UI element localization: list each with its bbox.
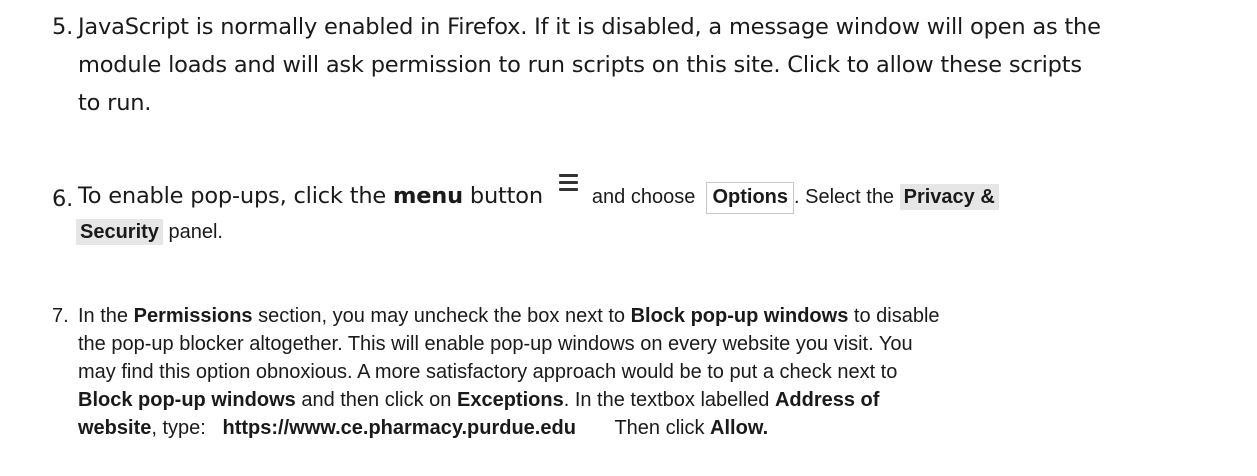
step-6-text-4: . Select the [794, 186, 895, 208]
step-7-text-4a: and then click on [301, 389, 452, 411]
step-7-number: 7. [52, 305, 69, 327]
step-7-line-1: In the Permissions section, you may unch… [78, 305, 940, 328]
step-6-number: 6. [52, 186, 74, 212]
purdue-url: https://www.ce.pharmacy.purdue.edu [222, 417, 576, 439]
step-7-line-5: website, type: https://www.ce.pharmacy.p… [78, 417, 768, 440]
step-6-text-1: To enable pop-ups, click the [78, 183, 387, 209]
address-label-1: Address of [774, 389, 880, 411]
step-7-text-5b: Then click [614, 417, 705, 439]
block-popups-label-2: Block pop-up windows [78, 389, 296, 411]
address-label-2: website [78, 417, 152, 439]
step-7-text-1c: to disable [853, 305, 940, 327]
step-7-text-1a: In the [78, 305, 129, 327]
step-7-line-3: may find this option obnoxious. A more s… [78, 361, 898, 383]
step-5-line-2: module loads and will ask permission to … [78, 52, 1082, 78]
permissions-label: Permissions [133, 305, 253, 327]
block-popups-label: Block pop-up windows [630, 305, 849, 327]
step-7-text-1b: section, you may uncheck the box next to [258, 305, 625, 327]
step-5-line-3: to run. [78, 90, 152, 116]
step-6-text-2: button [469, 183, 543, 209]
step-5-line-1: JavaScript is normally enabled in Firefo… [78, 14, 1101, 40]
step-7-line-2: the pop-up blocker altogether. This will… [78, 333, 913, 355]
exceptions-label: Exceptions [457, 389, 564, 411]
step-7-line-4: Block pop-up windows and then click on E… [78, 389, 879, 412]
step-6-line-2: Security panel. [76, 218, 223, 246]
privacy-security-label-1: Privacy & [899, 184, 999, 210]
privacy-security-label-2: Security [76, 219, 163, 245]
step-7-text-4b: . In the textbox labelled [563, 389, 770, 411]
step-5-number: 5. [52, 14, 74, 40]
step-6-line-1: To enable pop-ups, click the menu button… [78, 174, 999, 215]
step-6-text-3: and choose [591, 186, 696, 208]
menu-word: menu [392, 183, 463, 209]
allow-label: Allow. [710, 417, 769, 439]
options-button-label: Options [706, 182, 794, 214]
step-6-text-5: panel. [168, 221, 224, 243]
step-7-text-5a: , type: [151, 417, 206, 439]
hamburger-menu-icon [558, 174, 578, 194]
